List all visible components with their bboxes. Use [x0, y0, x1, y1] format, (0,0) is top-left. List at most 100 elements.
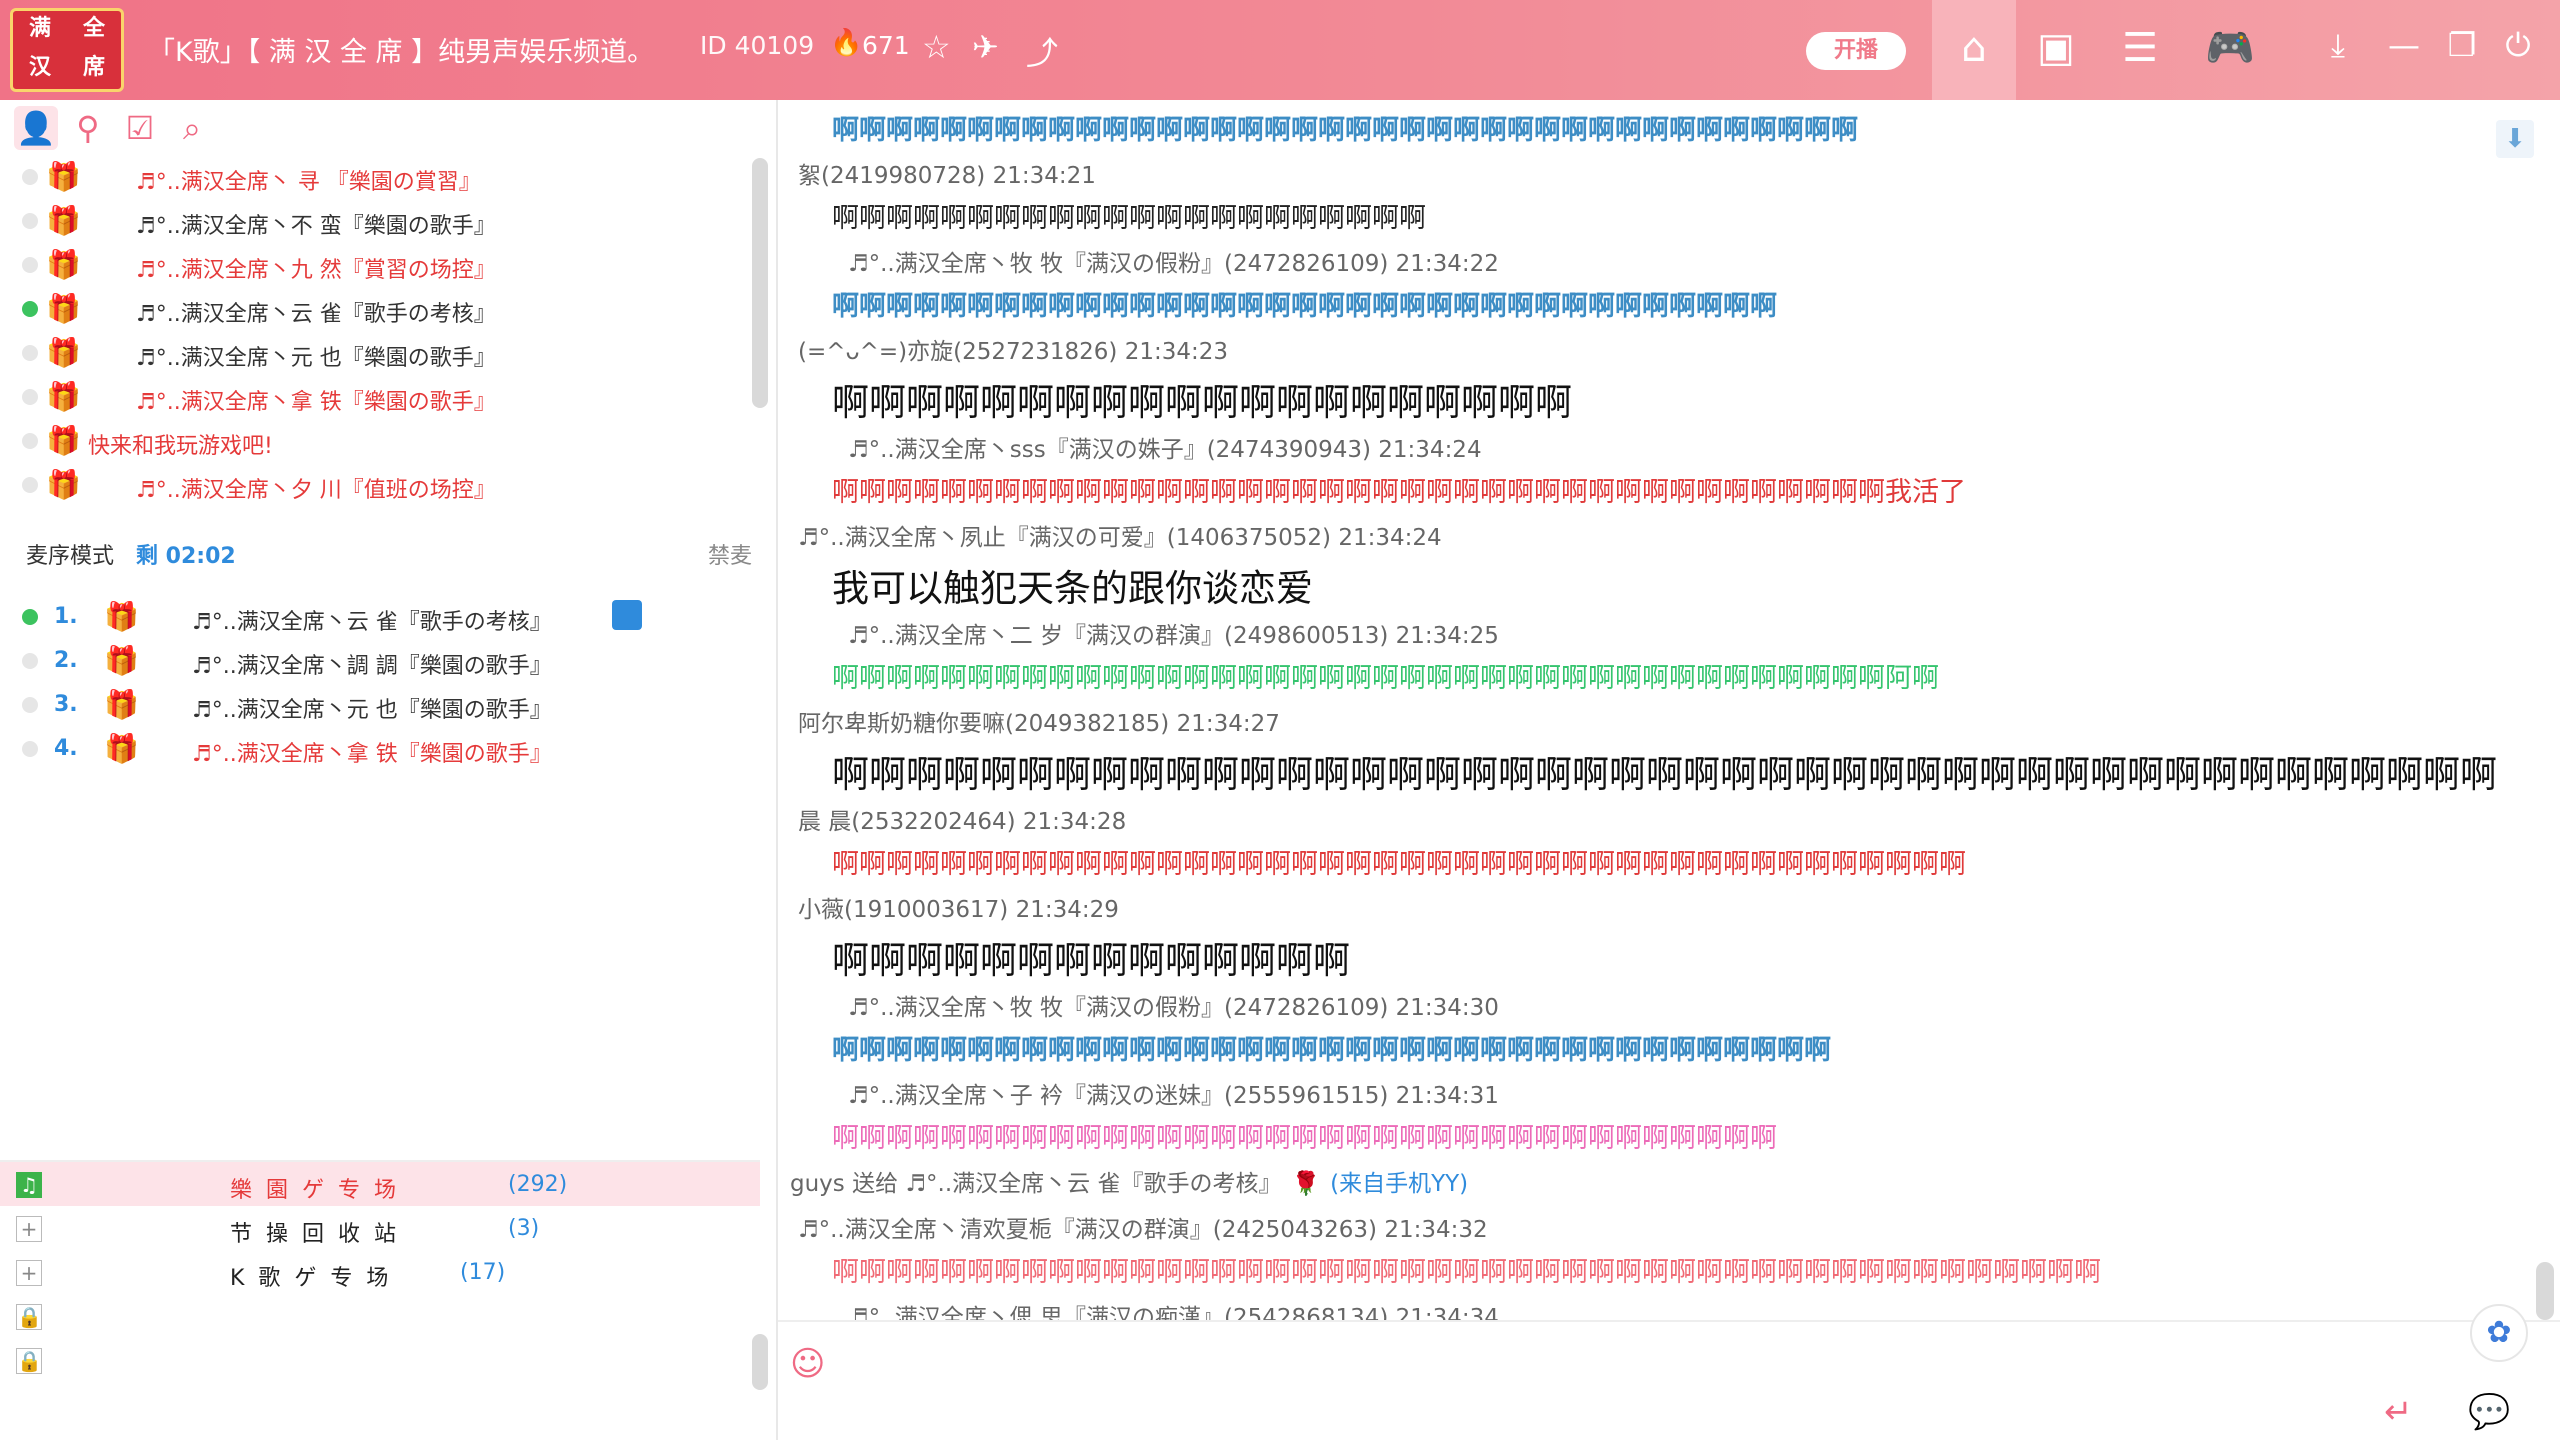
logo-char: 满	[28, 16, 51, 41]
contacts-icon[interactable]: ▣	[2030, 22, 2082, 74]
member-row[interactable]: 🎁 快来和我玩游戏吧!	[0, 418, 750, 462]
gift-icon: 🎁	[104, 644, 139, 677]
mic-remaining-time: 剩 02:02	[136, 544, 236, 569]
sub-channel-3[interactable]: 🔒	[0, 1294, 760, 1338]
gift-icon: 🎁	[46, 248, 81, 281]
send-icon[interactable]: ↵	[2384, 1392, 2413, 1432]
gift-source[interactable]: (来自手机YY)	[1330, 1171, 1468, 1197]
member-row[interactable]: 🎁 ♬°..满汉全席丶九 然『賞習の场控』	[0, 242, 750, 286]
gift-icon: 🎁	[46, 424, 81, 457]
status-dot	[22, 433, 38, 449]
chat-scrollbar[interactable]	[2536, 1262, 2554, 1320]
home-icon: ⌂	[1961, 25, 1987, 71]
user-list-icon[interactable]: 👤	[14, 106, 58, 150]
member-name: ♬°..满汉全席丶拿 铁『樂園の歌手』	[136, 390, 496, 415]
level-badge-icon	[612, 600, 642, 630]
gift-icon: 🎁	[46, 380, 81, 413]
chat-options-icon[interactable]: 💬	[2468, 1392, 2510, 1432]
mic-queue-number: 2.	[54, 648, 78, 673]
download-icon[interactable]: ⤓	[2316, 26, 2360, 65]
gift-notice-text: guys 送给 ♬°..满汉全席丶云 雀『歌手の考核』	[790, 1171, 1282, 1197]
logo-char: 席	[82, 55, 105, 80]
chat-message-body: 啊啊啊啊啊啊啊啊啊啊啊啊啊啊啊啊啊啊啊啊啊啊啊啊啊啊啊啊啊啊啊啊啊啊啊啊啊啊啊啊…	[832, 753, 2497, 796]
sub-channel-count: (3)	[508, 1216, 540, 1241]
mic-queue-row[interactable]: 3. 🎁 ♬°..满汉全席丶元 也『樂園の歌手』	[0, 682, 760, 726]
mic-mode-label: 麦序模式	[26, 544, 115, 569]
chat-message-header: ♬°..满汉全席丶夙止『满汉の可爱』(1406375052) 21:34:24	[798, 525, 1442, 551]
lock-icon[interactable]: 🔒	[16, 1348, 42, 1374]
member-name: ♬°..满汉全席丶夕 川『值班の场控』	[136, 478, 496, 503]
chat-message-body: 啊啊啊啊啊啊啊啊啊啊啊啊啊啊啊啊啊啊啊啊啊啊啊啊啊啊啊啊啊啊啊啊啊啊啊啊啊啊啊啊…	[832, 1257, 2101, 1288]
chat-message-body: 啊啊啊啊啊啊啊啊啊啊啊啊啊啊啊啊啊啊啊啊啊啊啊啊啊啊啊啊啊啊啊啊啊啊啊啊啊啊啊阿…	[832, 663, 1939, 694]
status-dot	[22, 389, 38, 405]
chat-message-header: ♬°..满汉全席丶二 岁『满汉の群演』(2498600513) 21:34:25	[848, 623, 1499, 649]
restore-button[interactable]: ❐	[2440, 26, 2484, 64]
channel-logo: 满 全 汉 席	[10, 8, 124, 92]
ban-mic-button[interactable]: 禁麦	[708, 538, 752, 570]
channel-list-scrollbar[interactable]	[752, 1334, 768, 1390]
member-row[interactable]: 🎁 ♬°..满汉全席丶元 也『樂園の歌手』	[0, 330, 750, 374]
status-dot	[22, 653, 38, 669]
gift-icon: 🎁	[46, 204, 81, 237]
chat-message-body: 啊啊啊啊啊啊啊啊啊啊啊啊啊啊啊啊啊啊啊啊啊啊啊啊啊啊啊啊啊啊啊啊啊啊啊啊啊啊啊我…	[832, 477, 1966, 508]
left-panel: 👤 ⚲ ☑ ⌕ 🎁 ♬°..满汉全席丶 寻 『樂園の賞習』 🎁 ♬°..满汉全席丶不 …	[0, 100, 778, 1440]
member-list-scrollbar[interactable]	[752, 158, 768, 408]
channel-title: 「K歌」【 满 汉 全 席 】纯男声娱乐频道。	[148, 37, 655, 68]
chat-message-header: 小薇(1910003617) 21:34:29	[798, 897, 1119, 923]
flower-gift-button[interactable]: ✿	[2470, 1304, 2528, 1362]
mic-queue-name: ♬°..满汉全席丶云 雀『歌手の考核』	[192, 610, 552, 635]
expand-icon[interactable]: +	[16, 1216, 42, 1242]
chat-input[interactable]	[858, 1336, 2362, 1394]
favorite-list-icon[interactable]: ☑	[118, 106, 162, 150]
mic-queue-name: ♬°..满汉全席丶調 調『樂園の歌手』	[192, 654, 552, 679]
expand-icon[interactable]: +	[16, 1260, 42, 1286]
member-name: ♬°..满汉全席丶不 蛮『樂園の歌手』	[136, 214, 496, 239]
member-name: 快来和我玩游戏吧!	[88, 434, 273, 459]
mic-queue-row[interactable]: 1. 🎁 ♬°..满汉全席丶云 雀『歌手の考核』	[0, 594, 760, 638]
plane-icon[interactable]: ✈	[972, 28, 999, 66]
location-icon[interactable]: ⚲	[66, 106, 110, 150]
chat-message-header: 絮(2419980728) 21:34:21	[798, 163, 1096, 189]
search-icon[interactable]: ⌕	[170, 106, 214, 150]
sub-channel-4[interactable]: 🔒	[0, 1338, 760, 1382]
lock-icon[interactable]: 🔒	[16, 1304, 42, 1330]
title-bar: 满 全 汉 席 「K歌」【 满 汉 全 席 】纯男声娱乐频道。 ID 40109…	[0, 0, 2560, 100]
home-tab[interactable]: ⌂	[1932, 0, 2016, 100]
gift-icon: 🎁	[104, 688, 139, 721]
gift-notice: guys 送给 ♬°..满汉全席丶云 雀『歌手の考核』 🌹 (来自手机YY)	[790, 1164, 1468, 1198]
status-dot	[22, 301, 38, 317]
mic-queue-row[interactable]: 4. 🎁 ♬°..满汉全席丶拿 铁『樂園の歌手』	[0, 726, 760, 770]
member-row[interactable]: 🎁 ♬°..满汉全席丶云 雀『歌手の考核』	[0, 286, 750, 330]
chat-message-header: 晨 晨(2532202464) 21:34:28	[798, 809, 1127, 835]
chat-message-header: ♬°..满汉全席丶偲 思『满汉の痴漢』(2542868134) 21:34:34	[848, 1305, 1499, 1320]
member-row[interactable]: 🎁 ♬°..满汉全席丶 寻 『樂園の賞習』	[0, 154, 750, 198]
status-dot	[22, 477, 38, 493]
member-row[interactable]: 🎁 ♬°..满汉全席丶不 蛮『樂園の歌手』	[0, 198, 750, 242]
go-live-button[interactable]: 开播	[1806, 32, 1906, 70]
gift-icon: 🎁	[46, 160, 81, 193]
chat-message-header: ♬°..满汉全席丶子 衿『满汉の迷妹』(2555961515) 21:34:31	[848, 1083, 1499, 1109]
status-dot	[22, 741, 38, 757]
sub-channel-1[interactable]: + 节操回收站 (3)	[0, 1206, 760, 1250]
minimize-button[interactable]: —	[2382, 26, 2426, 64]
music-icon[interactable]: ♫	[16, 1172, 42, 1198]
member-row[interactable]: 🎁 ♬°..满汉全席丶拿 铁『樂園の歌手』	[0, 374, 750, 418]
emoji-icon[interactable]: ☺	[790, 1344, 825, 1384]
sub-channel-list: ♫ 樂園ゲ专场 (292) + 节操回收站 (3) + K歌ゲ专场 (17) 🔒 🔒	[0, 1160, 760, 1442]
power-button[interactable]: ⏻	[2496, 26, 2540, 65]
sub-channel-2[interactable]: + K歌ゲ专场 (17)	[0, 1250, 760, 1294]
share-icon[interactable]: ⤴	[1026, 28, 1058, 74]
channel-id: ID 40109	[700, 31, 815, 60]
scroll-down-button[interactable]: ⬇	[2496, 120, 2534, 158]
sub-channel-0[interactable]: ♫ 樂園ゲ专场 (292)	[0, 1162, 760, 1206]
member-row[interactable]: 🎁 ♬°..满汉全席丶夕 川『值班の场控』	[0, 462, 750, 506]
chat-message-body: 啊啊啊啊啊啊啊啊啊啊啊啊啊啊啊啊啊啊啊啊啊啊啊啊啊啊啊啊啊啊啊啊啊啊啊啊啊	[832, 1035, 1831, 1066]
list-icon[interactable]: ☰	[2114, 22, 2166, 74]
mic-queue-row[interactable]: 2. 🎁 ♬°..满汉全席丶調 調『樂園の歌手』	[0, 638, 760, 682]
sub-channel-count: (17)	[460, 1260, 506, 1285]
sub-channel-name: 樂園ゲ专场	[230, 1178, 411, 1203]
star-icon[interactable]: ☆	[922, 28, 951, 66]
game-icon[interactable]: 🎮	[2204, 22, 2256, 74]
status-dot	[22, 609, 38, 625]
member-name: ♬°..满汉全席丶云 雀『歌手の考核』	[136, 302, 496, 327]
